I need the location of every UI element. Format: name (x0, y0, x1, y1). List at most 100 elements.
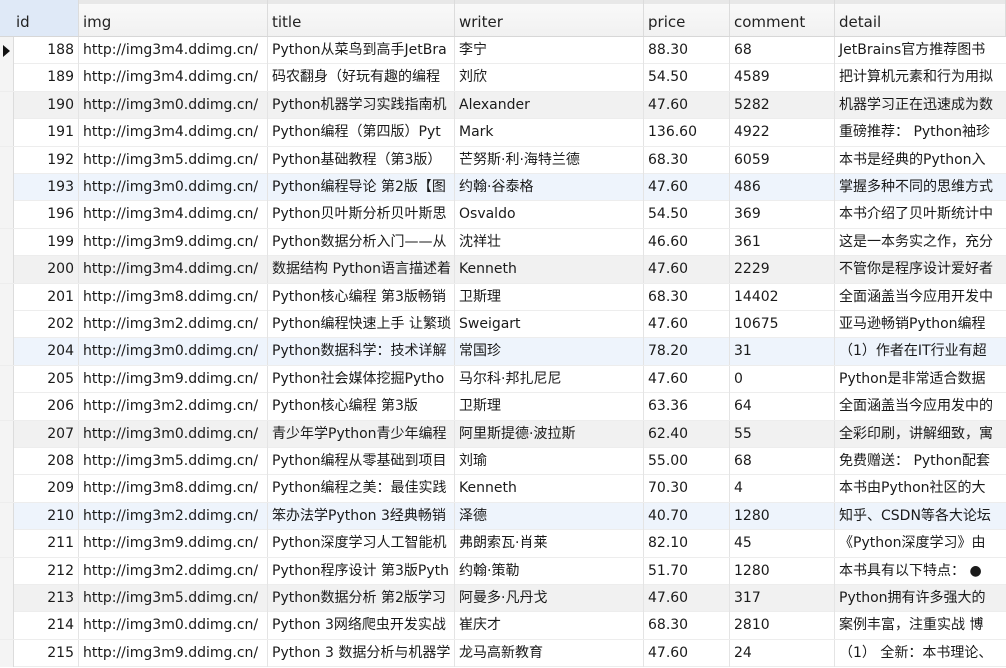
cell-comment[interactable]: 1280 (730, 502, 835, 530)
cell-price[interactable]: 47.60 (644, 256, 730, 284)
cell-writer[interactable]: 约翰·策勒 (455, 557, 644, 585)
cell-id[interactable]: 188 (13, 37, 79, 64)
cell-img[interactable]: http://img3m9.ddimg.cn/ (79, 639, 268, 667)
row-indicator[interactable] (0, 256, 14, 284)
cell-comment[interactable]: 4 (730, 475, 835, 503)
cell-detail[interactable]: 机器学习正在迅速成为数 (835, 92, 1006, 119)
cell-title[interactable]: Python编程之美：最佳实践 (268, 475, 455, 503)
cell-img[interactable]: http://img3m4.ddimg.cn/ (79, 256, 268, 284)
cell-detail[interactable]: Python拥有许多强大的 (835, 585, 1006, 612)
cell-id[interactable]: 208 (13, 448, 79, 475)
table-row[interactable]: 188 http://img3m4.ddimg.cn/Python从菜鸟到高手Je… (0, 37, 1006, 65)
table-row[interactable]: 209 http://img3m8.ddimg.cn/Python编程之美：最佳实… (0, 475, 1006, 503)
cell-writer[interactable]: 约翰·谷泰格 (455, 174, 644, 201)
cell-id[interactable]: 204 (13, 338, 79, 366)
cell-comment[interactable]: 361 (730, 228, 835, 256)
cell-writer[interactable]: 刘瑜 (455, 448, 644, 475)
row-indicator[interactable] (0, 338, 14, 366)
table-row[interactable]: 206 http://img3m2.ddimg.cn/Python核心编程 第3版… (0, 393, 1006, 421)
cell-title[interactable]: Python数据科学：技术详解 (268, 338, 455, 366)
cell-price[interactable]: 55.00 (644, 448, 730, 475)
cell-title[interactable]: Python核心编程 第3版畅销 (268, 283, 455, 311)
row-indicator[interactable] (0, 228, 14, 256)
cell-img[interactable]: http://img3m4.ddimg.cn/ (79, 64, 268, 92)
cell-title[interactable]: 数据结构 Python语言描述着 (268, 256, 455, 284)
cell-comment[interactable]: 6059 (730, 146, 835, 174)
cell-detail[interactable]: 不管你是程序设计爱好者 (835, 256, 1006, 283)
cell-detail[interactable]: （1） 全新：本书理论、 (835, 640, 1006, 667)
cell-title[interactable]: Python程序设计 第3版Pyth (268, 557, 455, 585)
cell-title[interactable]: Python机器学习实践指南机 (268, 91, 455, 119)
cell-price[interactable]: 82.10 (644, 530, 730, 558)
table-row[interactable]: 214 http://img3m0.ddimg.cn/Python 3网络爬虫开发… (0, 612, 1006, 640)
row-indicator[interactable] (0, 283, 14, 311)
cell-title[interactable]: Python从菜鸟到高手JetBra (268, 37, 455, 64)
row-indicator[interactable] (0, 91, 14, 119)
table-row[interactable]: 202 http://img3m2.ddimg.cn/Python编程快速上手 让… (0, 311, 1006, 339)
cell-price[interactable]: 54.50 (644, 64, 730, 92)
cell-price[interactable]: 47.60 (644, 585, 730, 612)
cell-comment[interactable]: 55 (730, 420, 835, 448)
cell-img[interactable]: http://img3m9.ddimg.cn/ (79, 530, 268, 558)
cell-detail[interactable]: 《Python深度学习》由 (835, 530, 1006, 557)
cell-title[interactable]: 笨办法学Python 3经典畅销 (268, 502, 455, 530)
table-row[interactable]: 208 http://img3m5.ddimg.cn/Python编程从零基础到项… (0, 448, 1006, 476)
column-header-detail[interactable]: detail (835, 0, 1006, 36)
cell-comment[interactable]: 0 (730, 365, 835, 393)
row-indicator[interactable] (0, 119, 14, 147)
cell-detail[interactable]: 本书由Python社区的大 (835, 475, 1006, 502)
row-indicator[interactable] (0, 612, 14, 640)
cell-writer[interactable]: 沈祥壮 (455, 228, 644, 256)
cell-writer[interactable]: 马尔科·邦扎尼尼 (455, 365, 644, 393)
column-header-id[interactable]: id (0, 0, 79, 36)
cell-title[interactable]: Python核心编程 第3版 (268, 393, 455, 421)
cell-detail[interactable]: （1）作者在IT行业有超 (835, 338, 1006, 365)
cell-comment[interactable]: 317 (730, 585, 835, 612)
table-row[interactable]: 213 http://img3m5.ddimg.cn/Python数据分析 第2版… (0, 585, 1006, 613)
cell-price[interactable]: 78.20 (644, 338, 730, 366)
cell-img[interactable]: http://img3m9.ddimg.cn/ (79, 228, 268, 256)
row-indicator[interactable] (0, 37, 14, 64)
cell-writer[interactable]: 常国珍 (455, 338, 644, 366)
table-row[interactable]: 212 http://img3m2.ddimg.cn/Python程序设计 第3版… (0, 557, 1006, 585)
cell-title[interactable]: Python编程从零基础到项目 (268, 448, 455, 475)
cell-img[interactable]: http://img3m8.ddimg.cn/ (79, 283, 268, 311)
cell-price[interactable]: 68.30 (644, 283, 730, 311)
cell-id[interactable]: 207 (13, 420, 79, 448)
cell-title[interactable]: Python 3网络爬虫开发实战 (268, 612, 455, 640)
cell-writer[interactable]: 弗朗索瓦·肖莱 (455, 530, 644, 558)
cell-id[interactable]: 210 (13, 502, 79, 530)
cell-title[interactable]: Python编程导论 第2版【图 (268, 174, 455, 201)
cell-id[interactable]: 193 (13, 174, 79, 201)
cell-detail[interactable]: JetBrains官方推荐图书 (835, 37, 1006, 64)
cell-id[interactable]: 200 (13, 256, 79, 284)
cell-comment[interactable]: 369 (730, 201, 835, 229)
cell-comment[interactable]: 31 (730, 338, 835, 366)
cell-title[interactable]: Python深度学习人工智能机 (268, 530, 455, 558)
cell-writer[interactable]: Sweigart (455, 311, 644, 338)
cell-detail[interactable]: 全彩印刷，讲解细致，寓 (835, 421, 1006, 448)
cell-detail[interactable]: 本书是经典的Python入 (835, 147, 1006, 174)
table-row[interactable]: 204 http://img3m0.ddimg.cn/Python数据科学：技术详… (0, 338, 1006, 366)
row-indicator[interactable] (0, 530, 14, 558)
row-indicator[interactable] (0, 585, 14, 612)
cell-img[interactable]: http://img3m5.ddimg.cn/ (79, 146, 268, 174)
table-row[interactable]: 207 http://img3m0.ddimg.cn/青少年学Python青少年编… (0, 420, 1006, 448)
cell-writer[interactable]: 卫斯理 (455, 283, 644, 311)
cell-id[interactable]: 199 (13, 228, 79, 256)
cell-detail[interactable]: 全面涵盖当今应用开发中 (835, 284, 1006, 311)
table-row[interactable]: 211 http://img3m9.ddimg.cn/Python深度学习人工智能… (0, 530, 1006, 558)
cell-img[interactable]: http://img3m0.ddimg.cn/ (79, 338, 268, 366)
table-row[interactable]: 210 http://img3m2.ddimg.cn/笨办法学Python 3经典… (0, 502, 1006, 531)
table-row[interactable]: 205 http://img3m9.ddimg.cn/Python社会媒体挖掘Py… (0, 365, 1006, 394)
cell-price[interactable]: 47.60 (644, 639, 730, 667)
cell-detail[interactable]: 重磅推荐： Python袖珍 (835, 119, 1006, 146)
cell-detail[interactable]: 本书介绍了贝叶斯统计中 (835, 201, 1006, 228)
cell-writer[interactable]: 芒努斯·利·海特兰德 (455, 146, 644, 174)
table-row[interactable]: 191 http://img3m4.ddimg.cn/Python编程（第四版）P… (0, 119, 1006, 147)
cell-detail[interactable]: 把计算机元素和行为用拟 (835, 64, 1006, 91)
cell-comment[interactable]: 2229 (730, 256, 835, 284)
table-row[interactable]: 199 http://img3m9.ddimg.cn/Python数据分析入门——… (0, 228, 1006, 257)
cell-title[interactable]: Python基础教程（第3版） (268, 146, 455, 174)
cell-id[interactable]: 201 (13, 283, 79, 311)
